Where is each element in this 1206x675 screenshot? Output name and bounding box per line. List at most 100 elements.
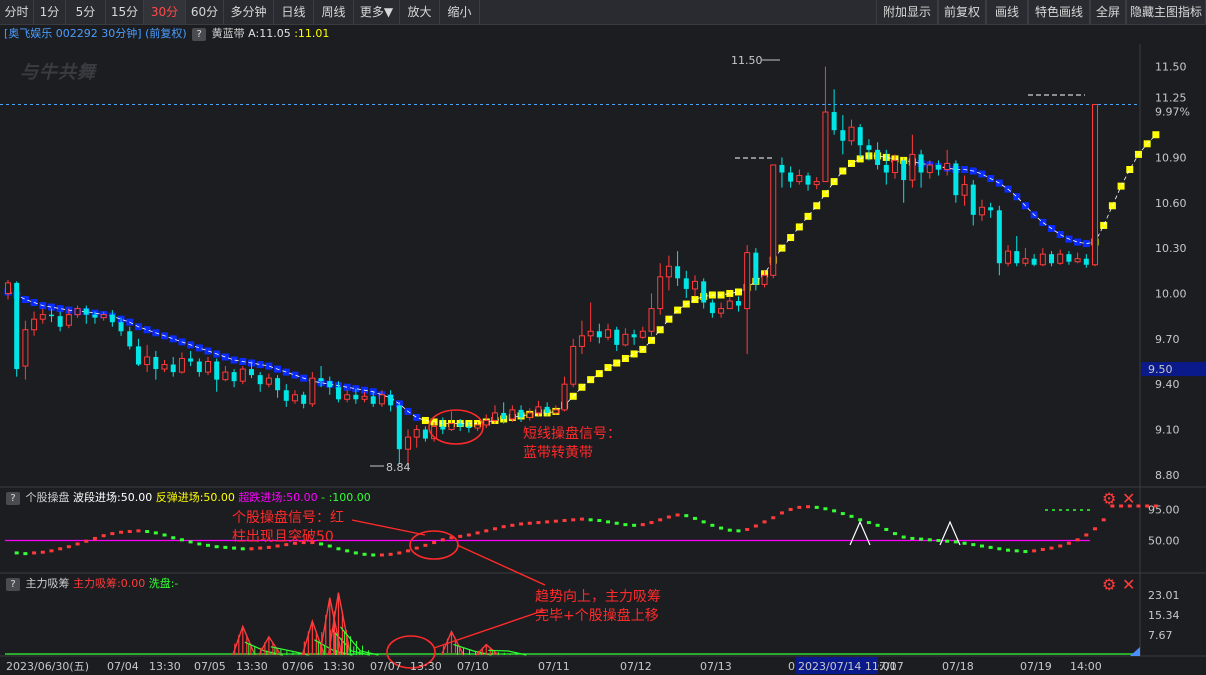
band-segment <box>1108 202 1116 210</box>
candle-body <box>283 390 289 401</box>
band-segment <box>291 371 299 379</box>
x-axis-label: 2023/06/30(五) <box>6 660 89 673</box>
panel2-dot <box>658 518 663 522</box>
panel2-dot <box>23 552 28 556</box>
panel2-dot <box>866 521 871 525</box>
panel2-dot <box>1066 541 1071 545</box>
panel2-dot <box>432 541 437 545</box>
band-segment <box>1126 165 1134 173</box>
panel2-dot <box>32 551 37 555</box>
last-price-tag: 11.25 <box>1155 91 1187 104</box>
candle-body <box>701 281 707 303</box>
main-y-tick-label: 10.60 <box>1155 197 1187 210</box>
candle-body <box>344 394 351 400</box>
candle-body <box>639 330 646 338</box>
candle-body <box>665 265 672 278</box>
panel2-dot <box>336 547 341 551</box>
annotation-3-line1: 趋势向上，主力吸筹 <box>535 588 661 605</box>
panel2-dot <box>779 511 784 515</box>
panel2-l2: 反弹进场:50.00 <box>155 491 235 504</box>
panel2-help-icon[interactable]: ? <box>6 492 20 505</box>
candle-body <box>378 394 385 405</box>
band-segment <box>195 344 203 352</box>
candle-body <box>5 282 11 294</box>
candle-body <box>100 314 107 319</box>
close-icon: ✕ <box>1122 575 1135 594</box>
panel2-dot <box>692 516 697 520</box>
panel2-dot <box>1006 548 1011 552</box>
panel2-dot <box>206 543 211 547</box>
candle-body <box>231 372 237 382</box>
candle-body <box>535 406 542 414</box>
candle-body <box>161 364 168 370</box>
candle-body <box>205 361 212 373</box>
candle-body <box>474 424 481 429</box>
candle-body <box>544 406 550 413</box>
band-segment <box>265 362 273 370</box>
candle-body <box>370 396 376 404</box>
panel2-dot <box>849 514 854 518</box>
candle-body <box>265 377 272 385</box>
candle-body <box>301 394 307 404</box>
candle-body <box>14 282 20 370</box>
candle-body <box>1092 103 1098 266</box>
panel2-dot <box>753 524 758 528</box>
panel3-spike <box>232 624 256 656</box>
x-axis-label: 13:30 <box>236 660 268 673</box>
annotation-3-pointer <box>456 544 546 586</box>
band-segment <box>613 359 621 367</box>
panel2-dot <box>501 525 506 529</box>
candle-body <box>1083 258 1089 265</box>
candle-body <box>813 181 820 186</box>
candle-body <box>988 207 994 211</box>
candle-body <box>135 346 141 365</box>
panel3-title[interactable]: 主力吸筹 <box>26 577 70 590</box>
panel2-dot <box>614 521 619 525</box>
panel3-spike <box>440 629 465 656</box>
panel2-l3: 超跌进场:50.00 <box>238 491 318 504</box>
band-segment <box>221 353 229 361</box>
candle-body <box>353 394 359 400</box>
band-segment <box>421 416 429 424</box>
candle-body <box>457 423 463 427</box>
band-segment <box>604 364 612 372</box>
candle-body <box>822 111 829 183</box>
panel2-dot <box>406 549 411 553</box>
candle-body <box>735 301 741 306</box>
panel2-dot <box>649 521 654 525</box>
panel2-dot <box>171 536 176 540</box>
panel2-dot <box>145 530 150 534</box>
candle-body <box>552 409 559 414</box>
panel2-dot <box>579 517 584 521</box>
panel2-title[interactable]: 个股操盘 <box>26 491 70 504</box>
panel2-dot <box>858 518 863 522</box>
panel2-dot <box>1032 549 1037 553</box>
candle-body <box>683 278 689 289</box>
candle-body <box>744 252 751 310</box>
panel2-dot <box>232 546 237 550</box>
panel2-dot <box>623 523 628 527</box>
candle-body <box>561 383 568 411</box>
panel2-dot <box>666 515 671 519</box>
chart-canvas[interactable]: 11.50 10.90 10.60 10.30 10.00 9.70 9.40 9.10 8.8… <box>0 0 1206 675</box>
panel2-dot <box>919 537 924 541</box>
candle-body <box>170 364 176 373</box>
candle-body <box>614 329 620 345</box>
panel3-help-icon[interactable]: ? <box>6 578 20 591</box>
candle-body <box>935 164 941 170</box>
candle-body <box>978 206 985 216</box>
high-price-label: 11.50 <box>731 54 763 67</box>
candle-body <box>1031 258 1037 265</box>
panel2-dot <box>945 539 950 543</box>
candle-body <box>709 302 715 314</box>
candle-body <box>875 149 881 165</box>
panel2-dot <box>353 551 358 555</box>
panel2-dot <box>414 546 419 550</box>
panel2-dot <box>84 539 89 543</box>
panel2-dot <box>597 518 602 522</box>
x-axis-label: 07/18 <box>942 660 974 673</box>
annotation-2-pointer <box>351 519 426 536</box>
main-y-tick-label: 9.70 <box>1155 333 1180 346</box>
panel2-dot <box>153 531 158 535</box>
panel2-dot <box>545 520 550 524</box>
